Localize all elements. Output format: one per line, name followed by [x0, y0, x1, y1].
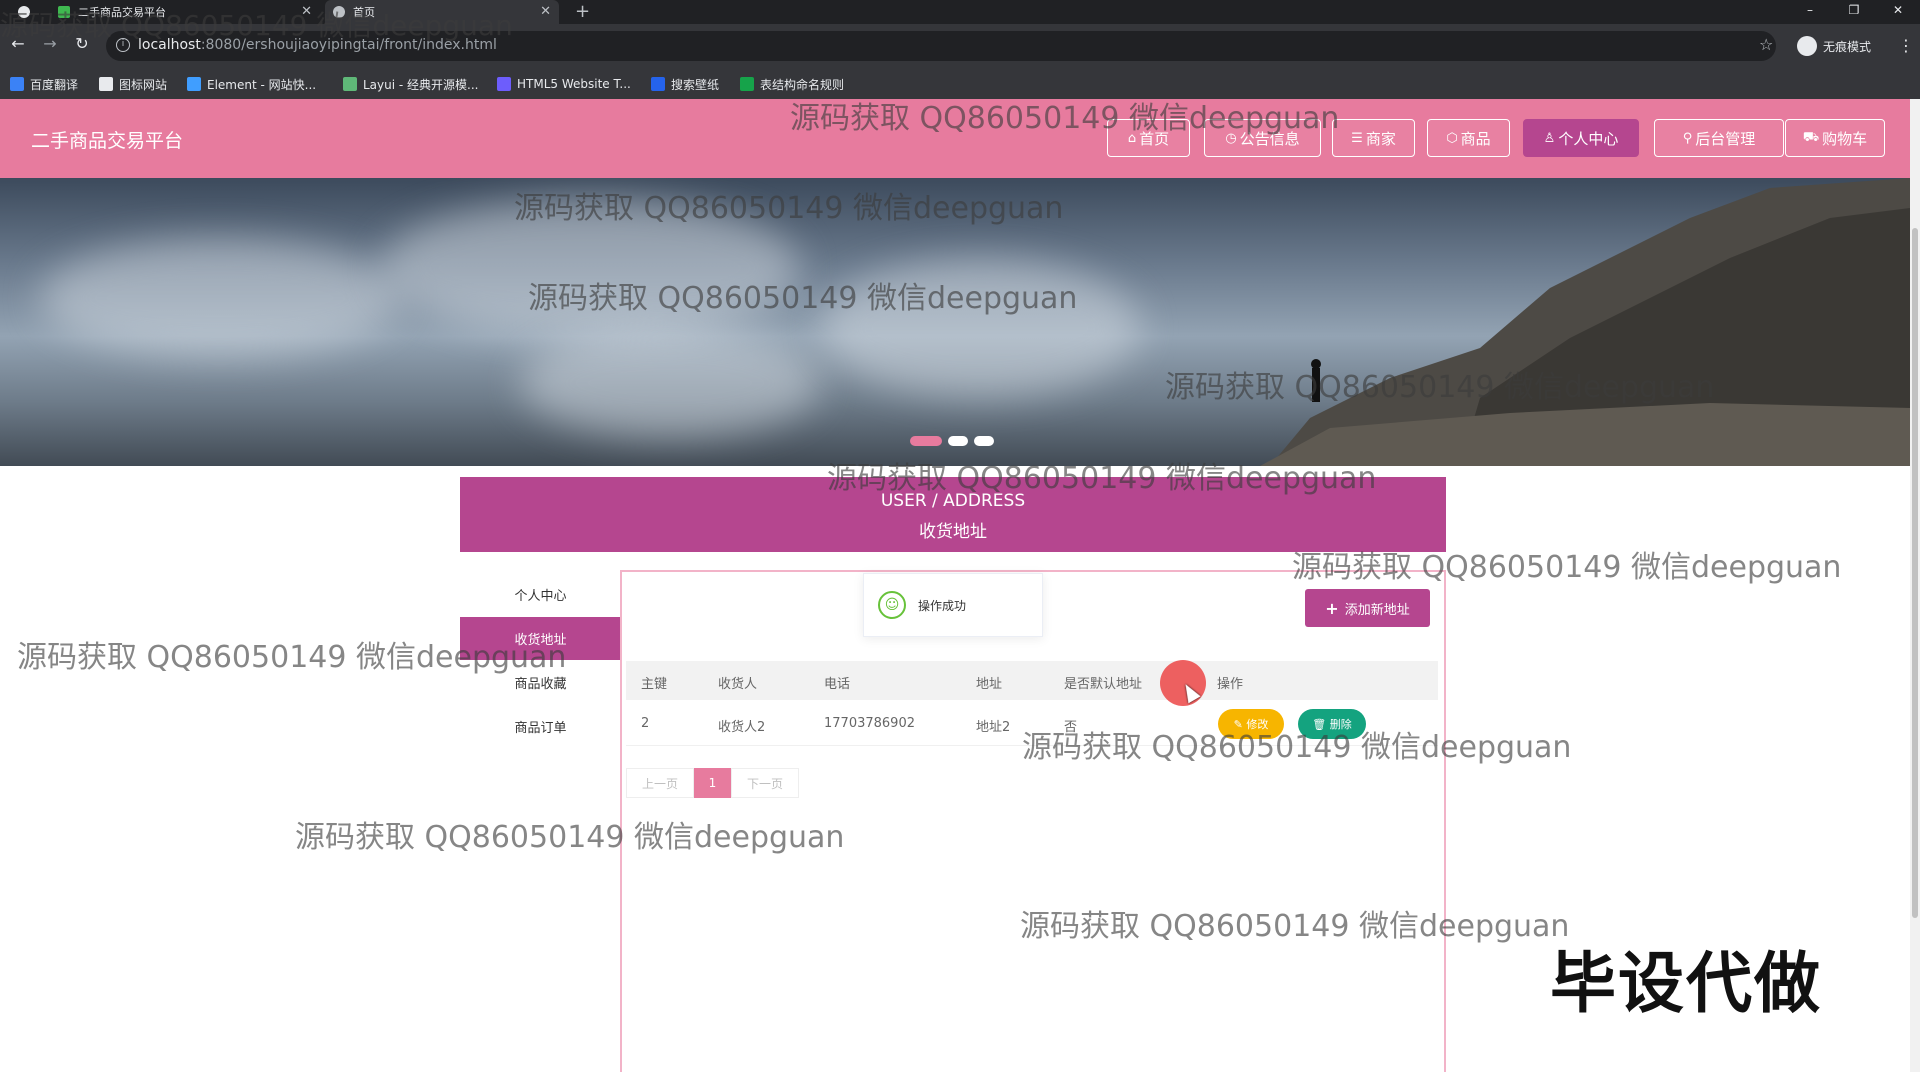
- page-number-label: 1: [708, 776, 717, 790]
- link-icon: ⚲: [1682, 130, 1693, 146]
- element-icon: [187, 77, 201, 91]
- page-number-button[interactable]: 1: [694, 768, 731, 798]
- cell-receiver: 收货人2: [718, 720, 766, 735]
- minimize-icon[interactable]: –: [1788, 0, 1832, 24]
- cloud-shape: [40, 238, 400, 358]
- bookmark-item[interactable]: 百度翻译: [10, 74, 78, 94]
- column-header-id: 主键: [641, 677, 668, 692]
- smile-icon: ☺: [878, 591, 906, 619]
- column-header-default: 是否默认地址: [1064, 677, 1143, 692]
- window-close-icon[interactable]: ✕: [1876, 0, 1920, 24]
- incognito-icon: [1797, 36, 1817, 56]
- add-address-label: 添加新地址: [1344, 602, 1410, 618]
- section-title-cn: 收货地址: [919, 522, 987, 542]
- nav-admin[interactable]: ⚲ 后台管理: [1654, 119, 1784, 157]
- column-header-phone: 电话: [824, 677, 851, 692]
- bookmark-label: 表结构命名规则: [760, 77, 845, 92]
- flag-icon: [99, 77, 113, 91]
- carousel-dot[interactable]: [948, 436, 968, 446]
- carousel-dot[interactable]: [910, 436, 942, 446]
- bookmark-label: 图标网站: [119, 77, 168, 92]
- list-icon: ☰: [1351, 130, 1363, 146]
- sidebar-item-label: 个人中心: [514, 589, 567, 604]
- next-page-label: 下一页: [746, 776, 783, 791]
- box-icon: ⬡: [1446, 130, 1458, 146]
- sheet-icon: [740, 77, 754, 91]
- bookmark-label: 百度翻译: [30, 77, 79, 92]
- add-address-button[interactable]: + 添加新地址: [1305, 589, 1430, 627]
- bookmark-item[interactable]: Element - 网站快...: [187, 74, 316, 94]
- column-header-actions: 操作: [1217, 677, 1244, 692]
- watermark: 源码获取 QQ86050149 微信deepguan: [528, 281, 1078, 316]
- nav-label: 个人中心: [1558, 129, 1619, 148]
- nav-label: 商品: [1460, 129, 1491, 148]
- cell-id: 2: [641, 716, 650, 731]
- watermark: 源码获取 QQ86050149 微信deepguan: [17, 640, 567, 675]
- watermark: 源码获取 QQ86050149 微信deepguan: [1022, 730, 1572, 765]
- bookmark-item[interactable]: Layui - 经典开源模...: [343, 74, 478, 94]
- plus-icon: +: [1325, 598, 1339, 618]
- watermark: 源码获取 QQ86050149 微信deepguan: [0, 9, 513, 42]
- success-toast: ☺ 操作成功: [863, 573, 1043, 637]
- bookmark-label: 搜索壁纸: [671, 77, 720, 92]
- new-tab-icon[interactable]: +: [575, 1, 590, 22]
- cell-address: 地址2: [976, 720, 1011, 735]
- watermark: 源码获取 QQ86050149 微信deepguan: [295, 820, 845, 855]
- carousel-dot[interactable]: [974, 436, 994, 446]
- close-icon[interactable]: ✕: [540, 4, 551, 19]
- watermark: 源码获取 QQ86050149 微信deepguan: [514, 191, 1064, 226]
- watermark: 源码获取 QQ86050149 微信deepguan: [790, 101, 1340, 136]
- user-icon: ♙: [1543, 130, 1556, 146]
- nav-cart[interactable]: ⛟ 购物车: [1785, 119, 1885, 157]
- cloud-shape: [520, 328, 820, 438]
- bookmark-item[interactable]: 搜索壁纸: [651, 74, 719, 94]
- nav-goods[interactable]: ⬡ 商品: [1427, 119, 1510, 157]
- layui-icon: [343, 77, 357, 91]
- profile-label: 无痕模式: [1823, 39, 1872, 54]
- cliff-illustration: [1260, 178, 1910, 466]
- more-menu-icon[interactable]: ⋮: [1898, 36, 1914, 55]
- click-indicator: [1160, 660, 1206, 706]
- next-page-button[interactable]: 下一页: [731, 768, 799, 798]
- sidebar-item-orders[interactable]: 商品订单: [460, 705, 621, 748]
- nav-merchant[interactable]: ☰ 商家: [1332, 119, 1415, 157]
- wallpaper-icon: [651, 77, 665, 91]
- nav-personal-center[interactable]: ♙ 个人中心: [1523, 119, 1639, 157]
- watermark: 源码获取 QQ86050149 微信deepguan: [1292, 550, 1842, 585]
- bookmark-item[interactable]: 图标网站: [99, 74, 167, 94]
- bookmark-label: Layui - 经典开源模...: [363, 77, 479, 92]
- prev-page-button[interactable]: 上一页: [626, 768, 694, 798]
- bookmark-label: HTML5 Website T...: [517, 77, 631, 91]
- watermark: 源码获取 QQ86050149 微信deepguan: [1165, 370, 1715, 405]
- site-title[interactable]: 二手商品交易平台: [31, 126, 183, 153]
- nav-label: 购物车: [1822, 129, 1868, 148]
- watermark: 源码获取 QQ86050149 微信deepguan: [1020, 909, 1570, 944]
- scrollbar-thumb[interactable]: [1912, 228, 1918, 918]
- watermark: 源码获取 QQ86050149 微信deepguan: [827, 461, 1377, 496]
- restore-icon[interactable]: ❐: [1832, 0, 1876, 24]
- html5-icon: [497, 77, 511, 91]
- cart-icon: ⛟: [1802, 129, 1820, 145]
- translate-icon: [10, 77, 24, 91]
- sidebar-item-label: 商品订单: [514, 721, 567, 736]
- cell-phone: 17703786902: [824, 716, 915, 731]
- bookmark-star-icon[interactable]: ☆: [1759, 35, 1773, 54]
- nav-label: 后台管理: [1695, 129, 1756, 148]
- nav-label: 商家: [1365, 129, 1396, 148]
- promo-stamp: 毕设代做: [1550, 945, 1822, 1022]
- bookmark-item[interactable]: HTML5 Website T...: [497, 74, 631, 94]
- profile-button[interactable]: 无痕模式: [1797, 36, 1871, 56]
- bookmark-label: Element - 网站快...: [207, 77, 317, 92]
- toast-message: 操作成功: [918, 598, 967, 613]
- prev-page-label: 上一页: [641, 776, 678, 791]
- bookmark-item[interactable]: 表结构命名规则: [740, 74, 844, 94]
- column-header-receiver: 收货人: [718, 677, 758, 692]
- sidebar-item-personal-center[interactable]: 个人中心: [460, 573, 621, 616]
- column-header-address: 地址: [976, 677, 1003, 692]
